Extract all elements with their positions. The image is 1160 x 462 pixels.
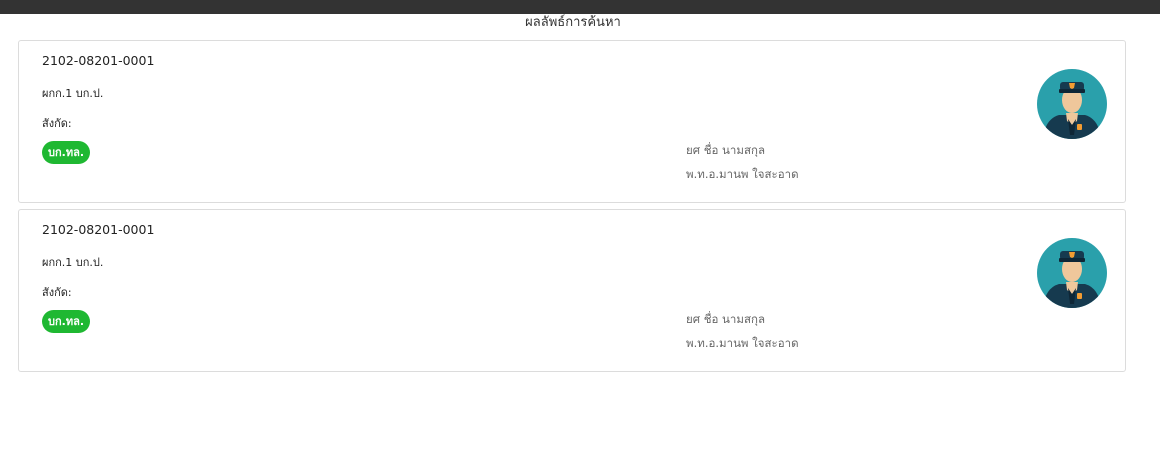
unit-badge: บก.ทล. — [42, 141, 90, 164]
police-officer-icon — [1037, 69, 1107, 139]
police-officer-icon — [1037, 238, 1107, 308]
unit-badge: บก.ทล. — [42, 310, 90, 333]
result-card[interactable]: 2102-08201-0001 ผกก.1 บก.ป. สังกัด: บก.ท… — [18, 40, 1126, 203]
unit-text: ผกก.1 บก.ป. — [42, 256, 104, 269]
page-title: ผลลัพธ์การค้นหา — [525, 15, 621, 30]
case-id: 2102-08201-0001 — [42, 53, 155, 68]
name-label: ยศ ชื่อ นามสกุล — [686, 312, 765, 326]
name-value: พ.ท.อ.มานพ ใจสะอาด — [686, 167, 799, 181]
affiliation-label: สังกัด: — [42, 117, 72, 130]
name-value: พ.ท.อ.มานพ ใจสะอาด — [686, 336, 799, 350]
top-bar — [0, 0, 1160, 14]
unit-text: ผกก.1 บก.ป. — [42, 87, 104, 100]
result-card[interactable]: 2102-08201-0001 ผกก.1 บก.ป. สังกัด: บก.ท… — [18, 209, 1126, 372]
affiliation-label: สังกัด: — [42, 286, 72, 299]
case-id: 2102-08201-0001 — [42, 222, 155, 237]
name-label: ยศ ชื่อ นามสกุล — [686, 143, 765, 157]
